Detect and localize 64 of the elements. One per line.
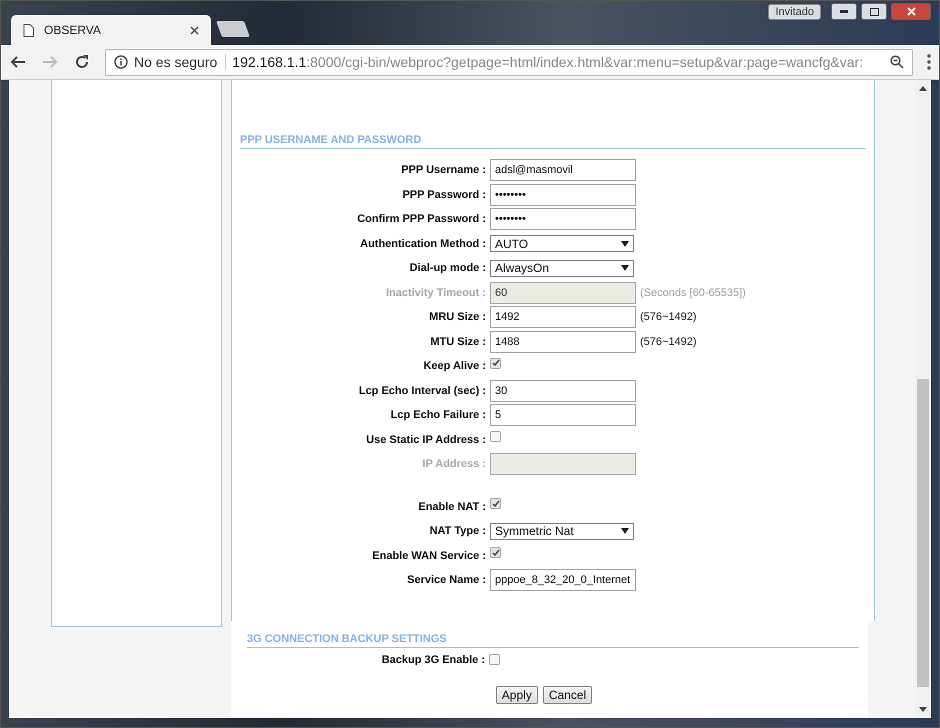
field-label: MRU Size : bbox=[428, 311, 487, 324]
field-label: Dial-up mode : bbox=[408, 262, 487, 274]
field-label: PPP Username : bbox=[400, 164, 487, 176]
security-label: No es seguro bbox=[134, 54, 226, 70]
field-label: Backup 3G Enable : bbox=[380, 654, 486, 666]
input-field[interactable]: pppoe_8_32_20_0_Internet bbox=[490, 569, 636, 592]
hint-text: (576~1492) bbox=[640, 336, 697, 348]
dropdown[interactable]: AlwaysOn bbox=[490, 260, 634, 277]
minimize-icon bbox=[840, 10, 848, 13]
checkbox[interactable] bbox=[490, 358, 501, 369]
input-field[interactable]: 5 bbox=[490, 404, 636, 426]
page-icon bbox=[23, 24, 34, 37]
scroll-up-icon[interactable] bbox=[919, 86, 927, 91]
cancel-button[interactable]: Cancel bbox=[542, 686, 592, 704]
field-label: Inactivity Timeout : bbox=[384, 286, 487, 299]
field-label: Authentication Method : bbox=[359, 238, 487, 250]
field-label: Lcp Echo Interval (sec) : bbox=[358, 384, 487, 397]
maximize-icon bbox=[870, 8, 878, 16]
section-heading: 3G CONNECTION BACKUP SETTINGS bbox=[247, 628, 859, 648]
close-button[interactable] bbox=[891, 3, 931, 20]
caret-icon bbox=[621, 240, 629, 247]
hint-text: (576~1492) bbox=[640, 311, 697, 324]
url-text: 192.168.1.1:8000/cgi-bin/webproc?getpage=html/index.html&var:menu=setup&var:page=wancfg&var: bbox=[232, 54, 864, 70]
menu-icon[interactable] bbox=[927, 54, 931, 70]
caret-icon bbox=[621, 528, 629, 534]
hint-text: (Seconds [60-65535]) bbox=[640, 286, 746, 299]
input-field[interactable]: 1492 bbox=[490, 306, 636, 328]
zoom-icon[interactable] bbox=[890, 55, 904, 70]
caret-icon bbox=[621, 265, 629, 272]
address-bar[interactable]: No es seguro 192.168.1.1:8000/cgi-bin/webproc?getpage=html/index.html&var:menu=setup&var:page=wancfg&var: bbox=[105, 48, 913, 76]
field-label: PPP Password : bbox=[401, 188, 487, 201]
apply-button[interactable]: Apply bbox=[496, 686, 538, 704]
section-heading: PPP USERNAME AND PASSWORD bbox=[240, 130, 866, 149]
field-label: Enable NAT : bbox=[417, 500, 487, 513]
field-label: Lcp Echo Failure : bbox=[390, 409, 487, 422]
input-field[interactable]: •••••••• bbox=[490, 208, 636, 230]
checkbox[interactable] bbox=[489, 654, 500, 666]
field-label: NAT Type : bbox=[428, 525, 487, 538]
profile-badge[interactable]: Invitado bbox=[768, 4, 821, 20]
checkbox[interactable] bbox=[490, 547, 501, 558]
dropdown[interactable]: AUTO bbox=[490, 235, 634, 252]
scrollbar[interactable] bbox=[915, 80, 931, 718]
field-label: Use Static IP Address : bbox=[365, 434, 487, 446]
input-field[interactable]: 1488 bbox=[490, 330, 636, 353]
close-icon[interactable] bbox=[190, 26, 199, 35]
checkbox[interactable] bbox=[490, 498, 501, 510]
new-tab-button[interactable] bbox=[216, 21, 250, 38]
browser-tab[interactable]: OBSERVA bbox=[11, 15, 211, 46]
field-label: IP Address : bbox=[421, 458, 487, 470]
scroll-down-icon[interactable] bbox=[919, 707, 927, 712]
dropdown[interactable]: Symmetric Nat bbox=[490, 522, 634, 540]
input-field[interactable]: 30 bbox=[490, 380, 636, 402]
field-label: Enable WAN Service : bbox=[371, 550, 487, 562]
checkbox[interactable] bbox=[490, 431, 501, 442]
minimize-button[interactable] bbox=[831, 3, 857, 20]
field-label: Confirm PPP Password : bbox=[356, 213, 487, 226]
field-label: Service Name : bbox=[406, 574, 487, 586]
info-icon bbox=[114, 55, 128, 70]
field-label: MTU Size : bbox=[429, 336, 487, 348]
field-label: Keep Alive : bbox=[422, 360, 487, 372]
close-icon bbox=[906, 7, 916, 16]
input-field[interactable]: •••••••• bbox=[490, 184, 636, 206]
input-field[interactable]: adsl@masmovil bbox=[490, 159, 636, 182]
maximize-button[interactable] bbox=[861, 3, 887, 20]
